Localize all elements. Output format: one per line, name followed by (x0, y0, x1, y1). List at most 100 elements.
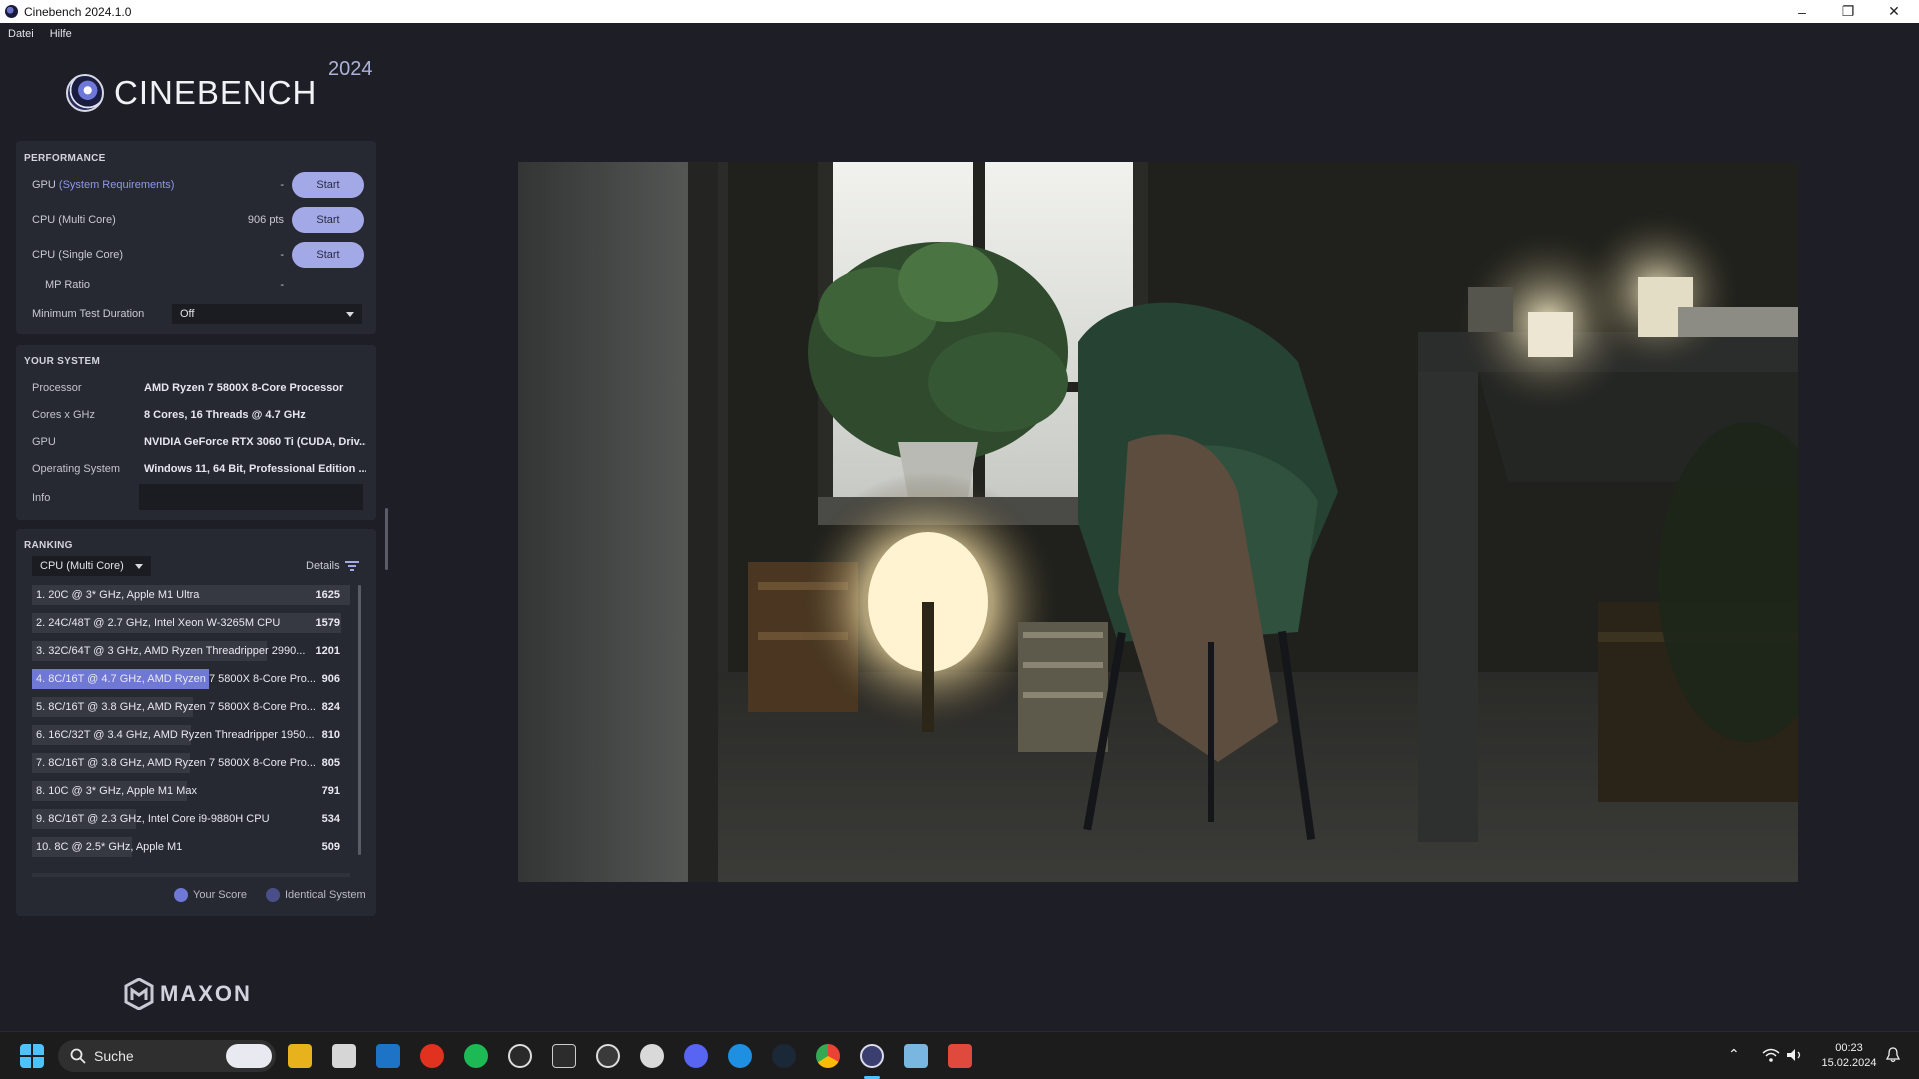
ranking-row[interactable]: 1. 20C @ 3* GHz, Apple M1 Ultra 1625 (32, 585, 350, 605)
chevron-down-icon (135, 564, 143, 569)
search-icon (70, 1048, 86, 1064)
ranking-score: 824 (321, 701, 340, 713)
minimize-button[interactable]: – (1780, 0, 1824, 23)
perf-row-cpu-single: CPU (Single Core) - Start (32, 241, 364, 269)
logo-text: CINEBENCH (114, 74, 318, 111)
copilot-icon[interactable] (226, 1044, 272, 1068)
ranking-category-select[interactable]: CPU (Multi Core) (32, 556, 151, 576)
render-preview (518, 162, 1798, 882)
mp-ratio-value: - (280, 279, 284, 291)
title-bar: Cinebench 2024.1.0 – ❐ ✕ (0, 0, 1919, 23)
logitech-g-hub-icon[interactable] (508, 1044, 532, 1068)
task-manager-icon[interactable] (904, 1044, 928, 1068)
perf-label-gpu: GPU (32, 179, 56, 191)
render-image (518, 162, 1798, 882)
ranking-row[interactable]: 10. 8C @ 2.5* GHz, Apple M1 509 (32, 837, 350, 857)
start-gpu-button[interactable]: Start (292, 172, 364, 198)
microsoft-store-icon[interactable] (332, 1044, 356, 1068)
ranking-name: 9. 8C/16T @ 2.3 GHz, Intel Core i9-9880H… (36, 813, 270, 825)
ea-app-icon[interactable] (420, 1044, 444, 1068)
menu-hilfe[interactable]: Hilfe (42, 28, 80, 40)
legend-swatch (174, 888, 188, 902)
ranking-score: 906 (321, 673, 340, 685)
menu-datei[interactable]: Datei (0, 28, 42, 40)
ranking-row[interactable]: 6. 16C/32T @ 3.4 GHz, AMD Ryzen Threadri… (32, 725, 350, 745)
window-title: Cinebench 2024.1.0 (24, 4, 132, 19)
epic-games-icon[interactable] (552, 1044, 576, 1068)
ranking-name: 8. 10C @ 3* GHz, Apple M1 Max (36, 785, 197, 797)
notification-bell-icon[interactable] (1886, 1047, 1900, 1063)
details-button[interactable]: Details (306, 560, 359, 572)
system-row-processor: Processor AMD Ryzen 7 5800X 8-Core Proce… (32, 378, 366, 398)
info-label: Info (32, 492, 51, 504)
steam-icon[interactable] (772, 1044, 796, 1068)
ranking-score: 1201 (315, 645, 340, 657)
search-placeholder: Suche (94, 1048, 134, 1064)
system-value: NVIDIA GeForce RTX 3060 Ti (CUDA, Driv..… (144, 436, 366, 448)
volume-icon[interactable] (1786, 1048, 1804, 1062)
ranking-score: 534 (321, 813, 340, 825)
partial-row (32, 873, 350, 877)
system-value: 8 Cores, 16 Threads @ 4.7 GHz (144, 409, 306, 421)
perf-label-cpu-multi: CPU (Multi Core) (32, 214, 116, 226)
perf-row-cpu-multi: CPU (Multi Core) 906 pts Start (32, 206, 364, 234)
ranking-category-value: CPU (Multi Core) (40, 560, 124, 572)
system-key: GPU (32, 436, 56, 448)
clock-time: 00:23 (1835, 1042, 1863, 1054)
min-duration-select[interactable]: Off (172, 304, 362, 324)
ranking-name: 2. 24C/48T @ 2.7 GHz, Intel Xeon W-3265M… (36, 617, 281, 629)
ranking-row[interactable]: 9. 8C/16T @ 2.3 GHz, Intel Core i9-9880H… (32, 809, 350, 829)
logo-year: 2024 (328, 58, 373, 80)
details-label: Details (306, 560, 340, 572)
file-explorer-icon[interactable] (288, 1044, 312, 1068)
battle-net-icon[interactable] (728, 1044, 752, 1068)
system-requirements-link[interactable]: (System Requirements) (59, 179, 175, 191)
system-key: Cores x GHz (32, 409, 95, 421)
ranking-panel: RANKING CPU (Multi Core) Details 1. 20C … (16, 529, 376, 916)
ranking-score: 1579 (315, 617, 340, 629)
start-cpu-single-button[interactable]: Start (292, 242, 364, 268)
ranking-name: 10. 8C @ 2.5* GHz, Apple M1 (36, 841, 183, 853)
system-key: Operating System (32, 463, 121, 475)
taskbar-search[interactable]: Suche (58, 1040, 276, 1072)
ranking-name: 7. 8C/16T @ 3.8 GHz, AMD Ryzen 7 5800X 8… (36, 757, 316, 769)
legend-identical: Identical System (266, 888, 366, 902)
app-installer-icon[interactable] (948, 1044, 972, 1068)
perf-value-cpu-multi: 906 pts (247, 214, 284, 226)
ranking-row[interactable]: 4. 8C/16T @ 4.7 GHz, AMD Ryzen 7 5800X 8… (32, 669, 350, 689)
outlook-icon[interactable] (376, 1044, 400, 1068)
ranking-row[interactable]: 5. 8C/16T @ 3.8 GHz, AMD Ryzen 7 5800X 8… (32, 697, 350, 717)
wifi-icon[interactable] (1762, 1048, 1780, 1062)
chevron-up-icon[interactable]: ⌃ (1728, 1046, 1740, 1063)
panel-scrollbar[interactable] (385, 508, 388, 570)
performance-title: PERFORMANCE (24, 153, 106, 164)
cinebench-app-icon (5, 5, 18, 18)
ranking-row[interactable]: 7. 8C/16T @ 3.8 GHz, AMD Ryzen 7 5800X 8… (32, 753, 350, 773)
windows-start-icon[interactable] (20, 1044, 44, 1068)
cinebench-taskbar-icon[interactable] (860, 1044, 884, 1068)
close-button[interactable]: ✕ (1872, 0, 1916, 23)
chrome-icon[interactable] (816, 1044, 840, 1068)
performance-panel: PERFORMANCE GPU (System Requirements) - … (16, 141, 376, 334)
clock[interactable]: 00:23 15.02.2024 (1814, 1042, 1884, 1069)
ubisoft-connect-icon[interactable] (640, 1044, 664, 1068)
min-duration-value: Off (180, 308, 195, 320)
perf-label-cpu-single: CPU (Single Core) (32, 249, 124, 261)
taskbar: Suche ⌃ 00:23 15.02.2024 (0, 1031, 1919, 1079)
obs-studio-icon[interactable] (596, 1044, 620, 1068)
ranking-row[interactable]: 2. 24C/48T @ 2.7 GHz, Intel Xeon W-3265M… (32, 613, 350, 633)
restore-button[interactable]: ❐ (1826, 0, 1870, 23)
start-cpu-multi-button[interactable]: Start (292, 207, 364, 233)
ranking-score: 509 (321, 841, 340, 853)
info-input[interactable] (139, 484, 363, 510)
ranking-row[interactable]: 8. 10C @ 3* GHz, Apple M1 Max 791 (32, 781, 350, 801)
system-value: AMD Ryzen 7 5800X 8-Core Processor (144, 382, 344, 394)
mp-ratio-label: MP Ratio (45, 279, 91, 291)
ranking-row[interactable]: 3. 32C/64T @ 3 GHz, AMD Ryzen Threadripp… (32, 641, 350, 661)
spotify-icon[interactable] (464, 1044, 488, 1068)
system-row-gpu: GPU NVIDIA GeForce RTX 3060 Ti (CUDA, Dr… (32, 432, 366, 452)
discord-icon[interactable] (684, 1044, 708, 1068)
ranking-scrollbar[interactable] (358, 585, 361, 855)
ranking-score: 1625 (315, 589, 340, 601)
maxon-text: MAXON (160, 981, 252, 1006)
